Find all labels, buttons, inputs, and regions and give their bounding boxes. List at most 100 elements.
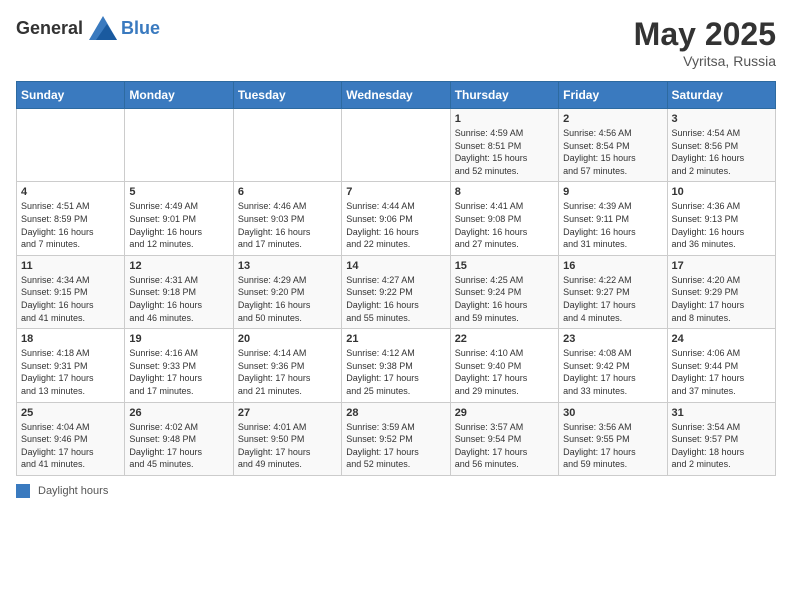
weekday-header-row: SundayMondayTuesdayWednesdayThursdayFrid… — [17, 82, 776, 109]
day-number: 12 — [129, 260, 228, 272]
day-cell: 27 Sunrise: 4:01 AM Sunset: 9:50 PM Dayli… — [233, 402, 341, 475]
day-cell: 7Sunrise: 4:44 AM Sunset: 9:06 PM Daylig… — [342, 182, 450, 255]
day-info: Sunrise: 4:25 AM Sunset: 9:24 PM Dayligh… — [455, 274, 554, 324]
day-info: Sunrise: 4:02 AM Sunset: 9:48 PM Dayligh… — [129, 421, 228, 471]
day-cell: 5 Sunrise: 4:49 AM Sunset: 9:01 PM Daylig… — [125, 182, 233, 255]
weekday-header-wednesday: Wednesday — [342, 82, 450, 109]
day-cell: 9Sunrise: 4:39 AM Sunset: 9:11 PM Daylig… — [559, 182, 667, 255]
day-number: 1 — [455, 113, 554, 125]
day-number: 16 — [563, 260, 662, 272]
day-number: 14 — [346, 260, 445, 272]
weekday-header-monday: Monday — [125, 82, 233, 109]
day-info: Sunrise: 4:54 AM Sunset: 8:56 PM Dayligh… — [672, 127, 771, 177]
day-cell: 17 Sunrise: 4:20 AM Sunset: 9:29 PM Dayli… — [667, 255, 775, 328]
day-number: 29 — [455, 407, 554, 419]
day-info: Sunrise: 4:46 AM Sunset: 9:03 PM Dayligh… — [238, 200, 337, 250]
day-info: Sunrise: 4:51 AM Sunset: 8:59 PM Dayligh… — [21, 200, 120, 250]
logo-general: General — [16, 18, 83, 39]
day-number: 22 — [455, 333, 554, 345]
day-info: Sunrise: 4:04 AM Sunset: 9:46 PM Dayligh… — [21, 421, 120, 471]
day-cell: 12Sunrise: 4:31 AM Sunset: 9:18 PM Dayli… — [125, 255, 233, 328]
day-cell: 26 Sunrise: 4:02 AM Sunset: 9:48 PM Dayli… — [125, 402, 233, 475]
day-cell — [125, 109, 233, 182]
weekday-header-saturday: Saturday — [667, 82, 775, 109]
day-info: Sunrise: 4:16 AM Sunset: 9:33 PM Dayligh… — [129, 347, 228, 397]
day-cell: 25 Sunrise: 4:04 AM Sunset: 9:46 PM Dayli… — [17, 402, 125, 475]
title-block: May 2025 Vyritsa, Russia — [634, 16, 776, 69]
day-cell: 22 Sunrise: 4:10 AM Sunset: 9:40 PM Dayli… — [450, 329, 558, 402]
day-info: Sunrise: 4:14 AM Sunset: 9:36 PM Dayligh… — [238, 347, 337, 397]
day-cell: 19 Sunrise: 4:16 AM Sunset: 9:33 PM Dayli… — [125, 329, 233, 402]
day-cell: 13 Sunrise: 4:29 AM Sunset: 9:20 PM Dayli… — [233, 255, 341, 328]
day-number: 18 — [21, 333, 120, 345]
day-number: 19 — [129, 333, 228, 345]
day-info: Sunrise: 4:10 AM Sunset: 9:40 PM Dayligh… — [455, 347, 554, 397]
day-info: Sunrise: 3:56 AM Sunset: 9:55 PM Dayligh… — [563, 421, 662, 471]
day-cell: 28Sunrise: 3:59 AM Sunset: 9:52 PM Dayli… — [342, 402, 450, 475]
day-cell: 11Sunrise: 4:34 AM Sunset: 9:15 PM Dayli… — [17, 255, 125, 328]
day-cell: 23 Sunrise: 4:08 AM Sunset: 9:42 PM Dayli… — [559, 329, 667, 402]
logo: General Blue — [16, 16, 160, 40]
day-number: 7 — [346, 186, 445, 198]
day-number: 31 — [672, 407, 771, 419]
week-row-1: 1Sunrise: 4:59 AM Sunset: 8:51 PM Daylig… — [17, 109, 776, 182]
day-cell: 29 Sunrise: 3:57 AM Sunset: 9:54 PM Dayli… — [450, 402, 558, 475]
day-info: Sunrise: 4:22 AM Sunset: 9:27 PM Dayligh… — [563, 274, 662, 324]
day-cell: 10Sunrise: 4:36 AM Sunset: 9:13 PM Dayli… — [667, 182, 775, 255]
day-info: Sunrise: 4:29 AM Sunset: 9:20 PM Dayligh… — [238, 274, 337, 324]
day-number: 2 — [563, 113, 662, 125]
day-info: Sunrise: 3:59 AM Sunset: 9:52 PM Dayligh… — [346, 421, 445, 471]
day-info: Sunrise: 4:27 AM Sunset: 9:22 PM Dayligh… — [346, 274, 445, 324]
day-info: Sunrise: 4:20 AM Sunset: 9:29 PM Dayligh… — [672, 274, 771, 324]
day-cell: 16 Sunrise: 4:22 AM Sunset: 9:27 PM Dayli… — [559, 255, 667, 328]
calendar-title: May 2025 — [634, 16, 776, 53]
logo-blue: Blue — [121, 18, 160, 39]
day-cell: 21 Sunrise: 4:12 AM Sunset: 9:38 PM Dayli… — [342, 329, 450, 402]
day-number: 26 — [129, 407, 228, 419]
day-cell — [342, 109, 450, 182]
day-number: 23 — [563, 333, 662, 345]
day-number: 9 — [563, 186, 662, 198]
day-number: 20 — [238, 333, 337, 345]
day-number: 4 — [21, 186, 120, 198]
day-number: 24 — [672, 333, 771, 345]
day-number: 5 — [129, 186, 228, 198]
day-cell: 18 Sunrise: 4:18 AM Sunset: 9:31 PM Dayli… — [17, 329, 125, 402]
day-cell — [233, 109, 341, 182]
day-number: 27 — [238, 407, 337, 419]
day-info: Sunrise: 4:56 AM Sunset: 8:54 PM Dayligh… — [563, 127, 662, 177]
weekday-header-thursday: Thursday — [450, 82, 558, 109]
day-number: 21 — [346, 333, 445, 345]
day-cell: 15 Sunrise: 4:25 AM Sunset: 9:24 PM Dayli… — [450, 255, 558, 328]
day-info: Sunrise: 4:41 AM Sunset: 9:08 PM Dayligh… — [455, 200, 554, 250]
day-info: Sunrise: 4:12 AM Sunset: 9:38 PM Dayligh… — [346, 347, 445, 397]
day-info: Sunrise: 4:34 AM Sunset: 9:15 PM Dayligh… — [21, 274, 120, 324]
day-number: 13 — [238, 260, 337, 272]
day-cell: 24Sunrise: 4:06 AM Sunset: 9:44 PM Dayli… — [667, 329, 775, 402]
day-info: Sunrise: 3:57 AM Sunset: 9:54 PM Dayligh… — [455, 421, 554, 471]
day-info: Sunrise: 4:08 AM Sunset: 9:42 PM Dayligh… — [563, 347, 662, 397]
day-cell: 31Sunrise: 3:54 AM Sunset: 9:57 PM Dayli… — [667, 402, 775, 475]
day-cell: 3 Sunrise: 4:54 AM Sunset: 8:56 PM Daylig… — [667, 109, 775, 182]
day-number: 3 — [672, 113, 771, 125]
header: General Blue May 2025 Vyritsa, Russia — [16, 16, 776, 69]
weekday-header-friday: Friday — [559, 82, 667, 109]
day-cell: 4 Sunrise: 4:51 AM Sunset: 8:59 PM Daylig… — [17, 182, 125, 255]
day-info: Sunrise: 4:18 AM Sunset: 9:31 PM Dayligh… — [21, 347, 120, 397]
day-info: Sunrise: 4:49 AM Sunset: 9:01 PM Dayligh… — [129, 200, 228, 250]
day-cell: 14 Sunrise: 4:27 AM Sunset: 9:22 PM Dayli… — [342, 255, 450, 328]
day-number: 17 — [672, 260, 771, 272]
calendar-subtitle: Vyritsa, Russia — [634, 53, 776, 69]
day-cell: 2 Sunrise: 4:56 AM Sunset: 8:54 PM Daylig… — [559, 109, 667, 182]
day-number: 15 — [455, 260, 554, 272]
day-cell: 30 Sunrise: 3:56 AM Sunset: 9:55 PM Dayli… — [559, 402, 667, 475]
day-info: Sunrise: 4:01 AM Sunset: 9:50 PM Dayligh… — [238, 421, 337, 471]
week-row-4: 18 Sunrise: 4:18 AM Sunset: 9:31 PM Dayli… — [17, 329, 776, 402]
day-number: 25 — [21, 407, 120, 419]
legend-label: Daylight hours — [38, 485, 108, 497]
day-cell: 20 Sunrise: 4:14 AM Sunset: 9:36 PM Dayli… — [233, 329, 341, 402]
logo-icon — [89, 16, 117, 40]
weekday-header-sunday: Sunday — [17, 82, 125, 109]
day-number: 30 — [563, 407, 662, 419]
weekday-header-tuesday: Tuesday — [233, 82, 341, 109]
